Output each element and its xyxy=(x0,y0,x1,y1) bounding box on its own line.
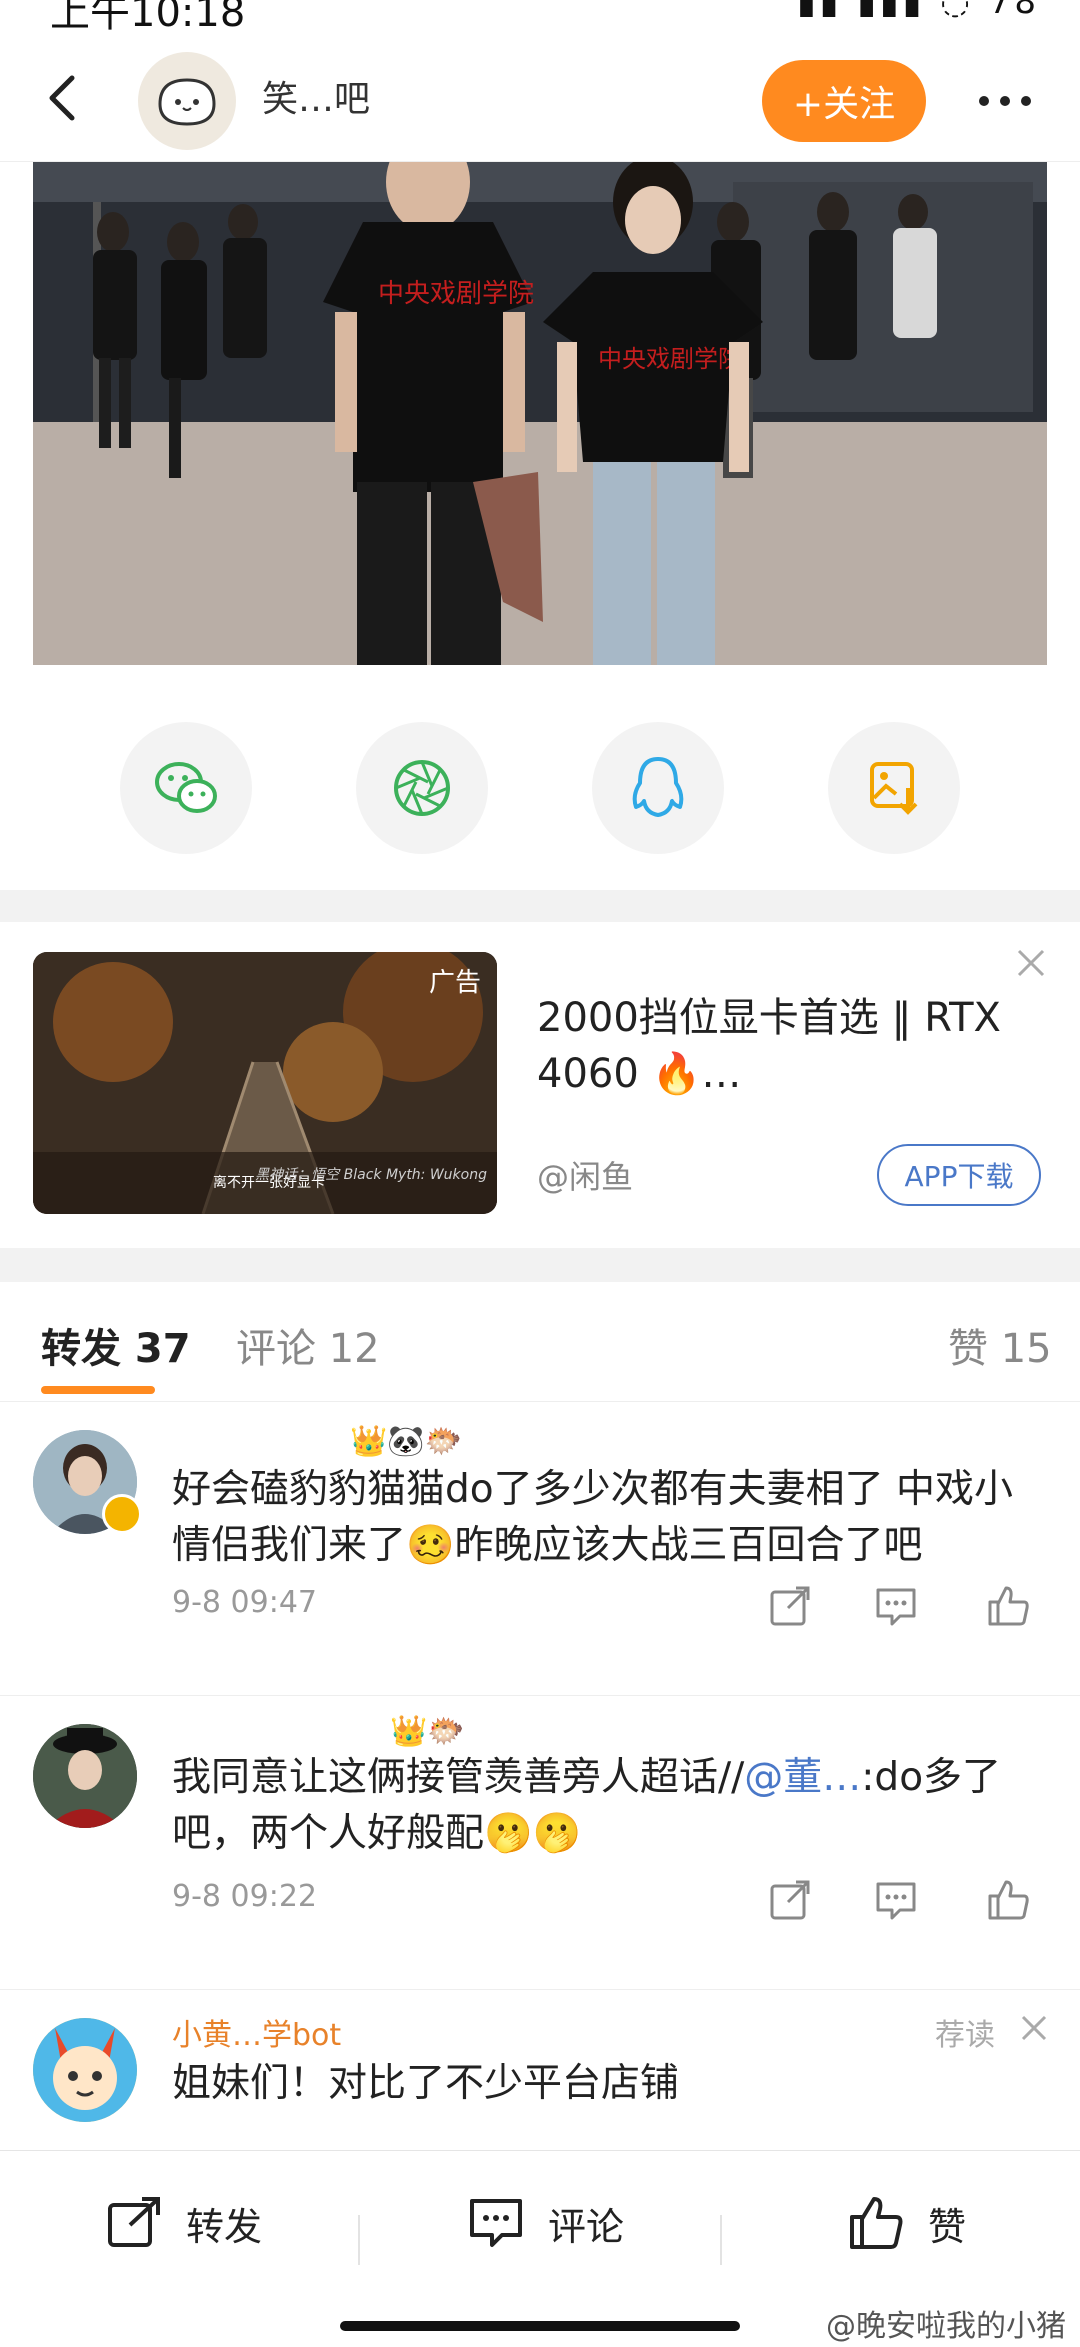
profile-avatar[interactable] xyxy=(138,52,236,150)
ad-image[interactable]: 广告 离不开一张好显卡 黑神话：悟空 Black Myth: Wukong xyxy=(33,952,497,1214)
weibo-watermark: @晚安啦我的小猪 xyxy=(826,2309,1066,2344)
moments-icon xyxy=(394,760,450,816)
save-image-icon xyxy=(870,762,918,815)
share-targets xyxy=(0,722,1080,862)
user-badges: 👑🐼🐡 xyxy=(350,1424,463,1459)
share-qq-button[interactable] xyxy=(592,722,724,854)
bottom-action-bar: 转发 评论 赞 @晚安啦我的小猪 xyxy=(0,2150,1080,2347)
follow-button[interactable]: +关注 xyxy=(762,60,926,142)
tab-like[interactable]: 赞 15 xyxy=(948,1316,1052,1374)
qq-icon xyxy=(632,757,684,817)
post-photo[interactable]: 中央戏剧学院 中央戏剧学院 xyxy=(33,162,1047,665)
verified-badge xyxy=(102,1494,142,1534)
ad-title[interactable]: 2000挡位显卡首选 ‖ RTX 4060 🔥… xyxy=(537,990,1037,1102)
profile-name[interactable]: 笑…吧 xyxy=(262,70,370,122)
save-image-button[interactable] xyxy=(828,722,960,854)
home-indicator[interactable] xyxy=(340,2321,740,2331)
status-bar: 上午10:18 ▮▮ ▮▮▮ ◌ 78 xyxy=(0,0,1080,40)
divider xyxy=(358,2215,360,2265)
user-badges: 👑🐡 xyxy=(390,1714,465,1749)
comment-text-part: 我同意让这俩接管羡善旁人超话// xyxy=(172,1755,745,1800)
comment-icon[interactable] xyxy=(872,1582,920,1630)
like-icon xyxy=(850,2197,903,2249)
ad-label: 广告 xyxy=(428,968,481,998)
comment-text: 我同意让这俩接管羡善旁人超话//@董…:do多了吧，两个人好般配🫢🫢 xyxy=(172,1750,1032,1862)
photo-scene: 中央戏剧学院 中央戏剧学院 xyxy=(33,162,1047,665)
list-item: 👑🐡 我同意让这俩接管羡善旁人超话//@董…:do多了吧，两个人好般配🫢🫢 9-… xyxy=(0,1696,1080,1990)
ad-card[interactable]: 广告 离不开一张好显卡 黑神话：悟空 Black Myth: Wukong 20… xyxy=(0,922,1080,1248)
more-icon[interactable] xyxy=(970,76,1040,126)
recommend-tag: 荐读 xyxy=(935,2018,995,2053)
repost-icon xyxy=(108,2197,160,2247)
tab-repost[interactable]: 转发 37 xyxy=(41,1316,191,1374)
comment-button[interactable]: 评论 xyxy=(466,2193,624,2253)
comment-time: 9-8 09:22 xyxy=(172,1879,317,1914)
comment-time: 9-8 09:47 xyxy=(172,1585,317,1620)
user-avatar-image xyxy=(33,2018,137,2122)
repost-button[interactable]: 转发 xyxy=(104,2193,262,2253)
ad-game-title: 黑神话：悟空 Black Myth: Wukong xyxy=(255,1167,487,1183)
user-name[interactable]: 小黄…学bot xyxy=(172,2010,341,2054)
repost-list: 👑🐼🐡 好会磕豹豹猫猫do了多少次都有夫妻相了 中戏小情侣我们来了🥴昨晚应该大战… xyxy=(0,1402,1080,2150)
like-icon[interactable] xyxy=(984,1876,1032,1924)
status-time: 上午10:18 xyxy=(50,0,246,36)
ad-source: @闲鱼 xyxy=(537,1158,634,1196)
comment-text: 好会磕豹豹猫猫do了多少次都有夫妻相了 中戏小情侣我们来了🥴昨晚应该大战三百回合… xyxy=(172,1467,1014,1568)
share-panel: 中央戏剧学院 中央戏剧学院 xyxy=(0,162,1080,890)
like-button[interactable]: 赞 xyxy=(846,2193,966,2253)
back-icon[interactable] xyxy=(36,70,92,126)
like-label: 赞 xyxy=(928,2204,967,2249)
top-nav-bar: 笑…吧 +关注 xyxy=(0,40,1080,162)
mention-link[interactable]: @董… xyxy=(744,1755,861,1800)
list-item: 👑🐼🐡 好会磕豹豹猫猫do了多少次都有夫妻相了 中戏小情侣我们来了🥴昨晚应该大战… xyxy=(0,1402,1080,1696)
share-icon[interactable] xyxy=(766,1876,814,1924)
close-icon[interactable] xyxy=(1020,2014,1048,2042)
list-item: 小黄…学bot 荐读 姐妹们！对比了不少平台店铺 xyxy=(0,1990,1080,2150)
user-avatar-image xyxy=(33,1724,137,1828)
repost-label: 转发 xyxy=(186,2204,263,2249)
divider xyxy=(720,2215,722,2265)
comment-label: 评论 xyxy=(548,2204,625,2249)
close-icon[interactable] xyxy=(1016,948,1046,978)
svg-text:中央戏剧学院: 中央戏剧学院 xyxy=(598,345,742,373)
tab-comment[interactable]: 评论 12 xyxy=(236,1316,380,1374)
comment-icon xyxy=(470,2199,522,2247)
wechat-icon xyxy=(155,762,217,813)
cute-face-icon xyxy=(158,78,216,126)
svg-text:中央戏剧学院: 中央戏剧学院 xyxy=(378,279,534,309)
avatar[interactable] xyxy=(33,2018,137,2122)
share-wechat-button[interactable] xyxy=(120,722,252,854)
avatar[interactable] xyxy=(33,1724,137,1828)
comment-text: 姐妹们！对比了不少平台店铺 xyxy=(172,2061,680,2106)
status-icons: ▮▮ ▮▮▮ ◌ 78 xyxy=(797,0,1040,22)
active-tab-indicator xyxy=(41,1386,155,1394)
comment-icon[interactable] xyxy=(872,1876,920,1924)
share-moments-button[interactable] xyxy=(356,722,488,854)
interaction-tabs: 转发 37 评论 12 赞 15 xyxy=(0,1282,1080,1402)
app-download-button[interactable]: APP下载 xyxy=(877,1144,1041,1206)
like-icon[interactable] xyxy=(984,1582,1032,1630)
share-icon[interactable] xyxy=(766,1582,814,1630)
